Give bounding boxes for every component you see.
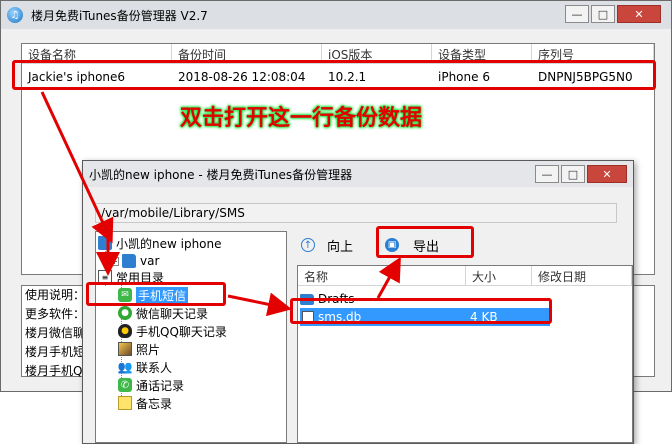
backup-browser-title: 小凯的new iphone - 楼月免费iTunes备份管理器 [89,167,353,182]
app-music-icon: ♫ [7,7,23,23]
export-button-highlight [376,226,474,258]
phone-icon: ✆ [118,378,132,392]
expand-plus-icon[interactable]: + [110,256,119,266]
contacts-icon: 👥 [117,360,133,374]
close-button[interactable]: ✕ [617,5,661,23]
tree-label-contacts: 联系人 [136,360,173,375]
sms-db-highlight [290,298,552,324]
tree-label-wechat: 微信聊天记录 [136,306,209,321]
tree-label-photos: 照片 [136,342,161,357]
column-header-modified[interactable]: 修改日期 [532,266,632,285]
tree-label-var: var [140,254,160,268]
column-header-name[interactable]: 名称 [298,266,466,285]
directory-tree[interactable]: 小凯的new iphone + var ≡ 常用目录 ✉ 手机短信 ● 微信聊天… [95,231,287,443]
device-row-highlight [12,60,656,90]
sub-maximize-button[interactable]: □ [561,165,585,183]
tree-item-wechat[interactable]: ● 微信聊天记录 [118,304,208,322]
wechat-icon: ● [118,306,132,320]
folder-icon [122,254,136,268]
folder-icon [98,236,112,250]
photos-icon [118,342,132,356]
double-click-annotation: 双击打开这一行备份数据 [180,106,423,131]
tree-item-photos[interactable]: 照片 [118,340,160,358]
up-arrow-icon: ↑ [301,238,315,252]
tree-label-qq: 手机QQ聊天记录 [136,324,227,339]
tree-item-notes[interactable]: 备忘录 [118,394,172,412]
minimize-button[interactable]: — [565,5,589,23]
up-button[interactable]: ↑ 向上 [301,235,353,255]
sms-tree-highlight [86,282,226,306]
sub-close-button[interactable]: ✕ [587,165,627,183]
sub-minimize-button[interactable]: — [535,165,559,183]
tree-item-calls[interactable]: ✆ 通话记录 [118,376,184,394]
up-label: 向上 [327,239,354,255]
tree-label-notes: 备忘录 [136,396,173,411]
notes-icon [118,396,132,410]
main-window-title: 楼月免费iTunes备份管理器 V2.7 [31,8,208,23]
path-field[interactable]: /var/mobile/Library/SMS [95,203,617,223]
tree-item-qq[interactable]: ● 手机QQ聊天记录 [118,322,227,340]
maximize-button[interactable]: □ [591,5,615,23]
tree-label-device: 小凯的new iphone [116,236,222,251]
qq-penguin-icon: ● [118,324,132,338]
file-list[interactable]: 名称 大小 修改日期 Drafts sms.db 4 KB [297,265,633,443]
tree-label-calls: 通话记录 [136,378,185,393]
tree-node-device[interactable]: 小凯的new iphone [98,234,222,252]
tree-item-contacts[interactable]: 👥 联系人 [118,358,172,376]
column-header-size[interactable]: 大小 [466,266,532,285]
file-list-header: 名称 大小 修改日期 [298,266,632,286]
